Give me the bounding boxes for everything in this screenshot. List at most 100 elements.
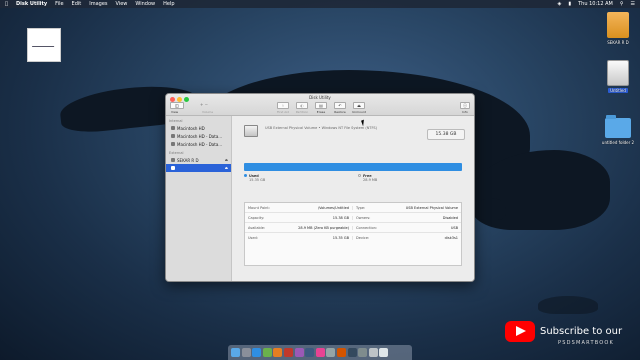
view-button[interactable]: ◫ bbox=[170, 102, 184, 109]
table-row: Available: 28.9 MB (Zero KB purgeable) Co… bbox=[245, 223, 461, 233]
unmount-icon: ⏏ bbox=[353, 102, 365, 109]
finder-icon[interactable] bbox=[231, 348, 240, 357]
first-aid-button[interactable]: ⚕ First Aid bbox=[274, 102, 292, 114]
wifi-icon[interactable]: ◈ bbox=[558, 1, 562, 7]
partition-button[interactable]: ◐ Partition bbox=[293, 102, 311, 114]
sidebar-item-macintosh-hd[interactable]: Macintosh HD bbox=[166, 124, 231, 132]
music-icon[interactable] bbox=[294, 348, 304, 357]
sidebar-item-label: Macintosh HD bbox=[177, 125, 205, 131]
trash-icon[interactable] bbox=[379, 348, 389, 357]
sidebar-item-selected-volume[interactable]: ⏏ bbox=[166, 164, 231, 172]
unmount-button[interactable]: ⏏ Unmount bbox=[350, 102, 368, 114]
menu-help[interactable]: Help bbox=[163, 1, 174, 7]
info-value: 28.9 MB (Zero KB purgeable) bbox=[298, 225, 349, 230]
table-row: Used: 15.35 GB Device: disk3s1 bbox=[245, 233, 461, 243]
info-key: Used: bbox=[248, 236, 258, 240]
channel-name: PSDSMARTBOOK bbox=[558, 340, 615, 346]
apple-menu-icon[interactable]:  bbox=[5, 1, 8, 7]
sidebar-icon: ◫ bbox=[175, 103, 179, 108]
clock[interactable]: Thu 10:12 AM bbox=[578, 1, 613, 7]
sidebar-item-label: SEKAR R D bbox=[177, 157, 199, 163]
disk-icon bbox=[171, 134, 175, 138]
menu-images[interactable]: Images bbox=[89, 1, 107, 7]
sidebar-item-macintosh-hd-data[interactable]: Macintosh HD - Data... bbox=[166, 132, 231, 140]
desktop-document-thumbnail[interactable] bbox=[27, 28, 61, 62]
legend-free: Free 28.9 MB bbox=[358, 174, 377, 182]
battery-icon[interactable]: ▮ bbox=[568, 1, 571, 7]
info-key: Type: bbox=[356, 205, 366, 210]
launchpad-icon[interactable] bbox=[241, 348, 251, 357]
youtube-logo-icon[interactable] bbox=[505, 321, 535, 342]
info-value: USB bbox=[450, 225, 458, 230]
sidebar-item-sekar[interactable]: SEKAR R D ⏏ bbox=[166, 156, 231, 164]
used-value: 15.35 GB bbox=[249, 178, 266, 182]
info-key: Capacity: bbox=[248, 215, 265, 220]
disk-icon bbox=[171, 126, 175, 130]
partition-icon: ◐ bbox=[296, 102, 308, 109]
illustrator-icon[interactable] bbox=[336, 348, 346, 357]
disk-icon bbox=[171, 166, 175, 170]
external-drive-icon bbox=[607, 12, 629, 38]
volume-button[interactable]: + − bbox=[200, 102, 208, 107]
info-key: Mount Point: bbox=[248, 205, 270, 210]
control-center-icon[interactable]: ☰ bbox=[631, 1, 635, 7]
calendar-icon[interactable] bbox=[283, 348, 293, 357]
usage-bar bbox=[244, 163, 462, 171]
info-value: Disabled bbox=[442, 215, 458, 220]
erase-icon: ▤ bbox=[315, 102, 327, 109]
menu-view[interactable]: View bbox=[116, 1, 128, 7]
folder-icon bbox=[605, 115, 631, 138]
disk-utility-window: Disk Utility ◫ View + − Volume ⚕ First A… bbox=[165, 93, 475, 282]
menu-app-name[interactable]: Disk Utility bbox=[16, 1, 47, 7]
menu-window[interactable]: Window bbox=[135, 1, 155, 7]
sidebar-heading-internal: Internal bbox=[169, 119, 183, 123]
photoshop-icon[interactable] bbox=[305, 348, 315, 357]
sidebar-item-macintosh-hd-data-2[interactable]: Macintosh HD - Data... bbox=[166, 140, 231, 148]
volume-drive-icon bbox=[244, 125, 258, 137]
sidebar: Internal Macintosh HD Macintosh HD - Dat… bbox=[166, 116, 232, 281]
messages-icon[interactable] bbox=[262, 348, 272, 357]
dock bbox=[228, 345, 412, 360]
search-icon[interactable]: ⚲ bbox=[620, 1, 624, 7]
volume-size-badge: 15.38 GB bbox=[427, 129, 465, 140]
settings-icon[interactable] bbox=[326, 348, 336, 357]
info-value: 15.38 GB bbox=[332, 215, 349, 220]
window-title: Disk Utility bbox=[309, 95, 331, 100]
photos-icon[interactable] bbox=[273, 348, 283, 357]
signature-image bbox=[31, 41, 57, 47]
eject-icon[interactable]: ⏏ bbox=[225, 158, 228, 162]
disk-icon bbox=[171, 158, 175, 162]
sidebar-item-label: Macintosh HD - Data... bbox=[177, 141, 223, 147]
subscribe-text: Subscribe to our bbox=[540, 326, 623, 337]
safari-icon[interactable] bbox=[252, 348, 262, 357]
desktop-folder[interactable]: untitled folder 2 bbox=[596, 115, 640, 145]
menu-edit[interactable]: Edit bbox=[72, 1, 82, 7]
stethoscope-icon: ⚕ bbox=[277, 102, 289, 109]
desktop-drive-sekar[interactable]: SEKAR R D bbox=[600, 12, 636, 45]
window-toolbar[interactable]: Disk Utility ◫ View + − Volume ⚕ First A… bbox=[166, 94, 474, 116]
eject-icon[interactable]: ⏏ bbox=[225, 166, 228, 170]
downloads-icon[interactable] bbox=[368, 348, 378, 357]
info-button[interactable]: ⓘ Info bbox=[460, 102, 470, 114]
partition-label: Partition bbox=[295, 110, 309, 114]
info-key: Available: bbox=[248, 225, 266, 230]
sidebar-item-label: Macintosh HD - Data... bbox=[177, 133, 223, 139]
terminal-icon[interactable] bbox=[347, 348, 357, 357]
info-value: USB External Physical Volume bbox=[405, 205, 458, 210]
menu-bar:  Disk Utility File Edit Images View Win… bbox=[0, 0, 640, 8]
wallpaper-island bbox=[476, 198, 506, 220]
erase-button[interactable]: ▤ Erase bbox=[312, 102, 330, 114]
desktop-drive-untitled[interactable]: Untitled bbox=[600, 60, 636, 93]
volume-detail-pane: USB External Physical Volume • Windows N… bbox=[233, 116, 474, 281]
app-store-icon[interactable] bbox=[315, 348, 325, 357]
volume-label: Volume bbox=[202, 110, 214, 114]
restore-button[interactable]: ↶ Restore bbox=[331, 102, 349, 114]
disk-utility-dock-icon[interactable] bbox=[358, 348, 368, 357]
external-drive-icon bbox=[607, 60, 629, 86]
restore-label: Restore bbox=[334, 110, 346, 114]
used-swatch bbox=[244, 174, 247, 177]
desktop-icon-label: SEKAR R D bbox=[607, 40, 629, 45]
info-key: Device: bbox=[356, 236, 370, 240]
menu-file[interactable]: File bbox=[55, 1, 63, 7]
info-value: disk3s1 bbox=[444, 236, 458, 240]
